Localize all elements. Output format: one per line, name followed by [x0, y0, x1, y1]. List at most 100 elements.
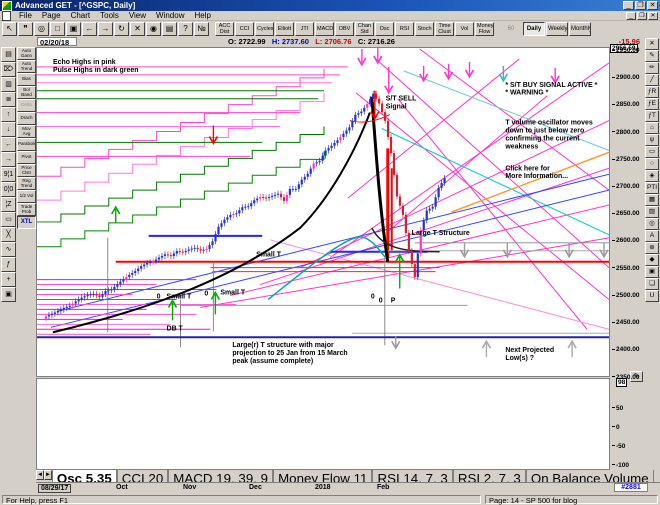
oscillator-chart[interactable] — [37, 379, 609, 469]
help-icon[interactable]: ? — [178, 22, 193, 36]
study-macd-button[interactable]: MACD — [315, 22, 334, 36]
study-acc-dist-button[interactable]: ACC Dist — [215, 22, 234, 36]
prev-chart-icon[interactable]: ← — [82, 22, 97, 36]
study-cycles-button[interactable]: Cycles — [255, 22, 274, 36]
print-icon[interactable]: ▤ — [162, 22, 177, 36]
next-chart-icon[interactable]: → — [98, 22, 113, 36]
tool-trade-prob-button[interactable]: Trade Prob — [17, 203, 36, 216]
tool-pivot-button[interactable]: Pivot — [17, 151, 36, 164]
doc-minimize-button[interactable]: _ — [626, 12, 636, 20]
study-chan-std-button[interactable]: Chan Std — [355, 22, 374, 36]
doc-restore-button[interactable]: ❐ — [637, 12, 647, 20]
copy-icon[interactable]: ❏ — [645, 278, 659, 290]
new-chart-icon[interactable]: ▣ — [1, 287, 16, 302]
ellipse-icon[interactable]: ○ — [645, 158, 659, 170]
tab-scroll-right-icon[interactable]: ► — [44, 470, 52, 480]
tool-1-2-vol-button[interactable]: 1/2 Vol — [17, 190, 36, 203]
eraser-icon[interactable]: ◈ — [645, 170, 659, 182]
study-rsi-button[interactable]: RSI — [395, 22, 414, 36]
text-tool-icon[interactable]: A — [645, 230, 659, 242]
scroll-left-icon[interactable]: ← — [1, 137, 16, 152]
crosshair-icon[interactable]: + — [1, 272, 16, 287]
price-chart[interactable]: Echo Highs in pinkPulse Highs in dark gr… — [37, 48, 609, 376]
oscillator-panel[interactable] — [36, 378, 610, 470]
menu-help[interactable]: Help — [189, 11, 215, 20]
fib-tool-icon[interactable]: ƒ — [1, 257, 16, 272]
select-icon[interactable]: ▣ — [645, 266, 659, 278]
tool-auto-gann-button[interactable]: Auto Gann — [17, 47, 36, 60]
fib-retracement-icon[interactable]: ƒR — [645, 86, 659, 98]
doc-close-button[interactable]: ✕ — [648, 12, 658, 20]
tool-drach-button[interactable]: Drach — [17, 112, 36, 125]
tool-bol-band-button[interactable]: Bol Band — [17, 86, 36, 99]
zoom-icon[interactable]: ◎ — [34, 22, 49, 36]
pti-icon[interactable]: PTI — [645, 182, 659, 194]
chart-settings-icon[interactable]: ▤ — [1, 47, 16, 62]
cursor-date-field[interactable]: 02/20/18 — [37, 37, 77, 46]
price-chart-panel[interactable]: Echo Highs in pinkPulse Highs in dark gr… — [36, 47, 610, 377]
tool-xtl-button[interactable]: XTL — [17, 216, 36, 229]
study-stoch-button[interactable]: Stoch — [415, 22, 434, 36]
context-help-icon[interactable]: № — [194, 22, 209, 36]
refresh-icon[interactable]: ↻ — [114, 22, 129, 36]
fib-time-icon[interactable]: ƒT — [645, 110, 659, 122]
menu-chart[interactable]: Chart — [66, 11, 96, 20]
study-cci-button[interactable]: CCI — [235, 22, 254, 36]
close-chart-icon[interactable]: ✕ — [130, 22, 145, 36]
menu-view[interactable]: View — [124, 11, 151, 20]
rectangle-icon[interactable]: ▭ — [645, 146, 659, 158]
link-icon[interactable]: ◉ — [146, 22, 161, 36]
study-money-flow-button[interactable]: Money Flow — [475, 22, 494, 36]
marker-icon[interactable]: ✏ — [645, 62, 659, 74]
ratio-9-1-icon[interactable]: 9¦1 — [1, 167, 16, 182]
close-button[interactable]: ✕ — [647, 1, 658, 10]
tool-bias-button[interactable]: Bias — [17, 73, 36, 86]
study-osc-button[interactable]: Osc — [375, 22, 394, 36]
pointer-icon[interactable]: ↖ — [2, 22, 17, 36]
minimize-button[interactable]: _ — [623, 1, 634, 10]
ratio-0-0-icon[interactable]: 0¦0 — [1, 182, 16, 197]
scroll-up-icon[interactable]: ↑ — [1, 107, 16, 122]
interval-monthly-button[interactable]: Monthly — [569, 22, 591, 36]
scroll-right-icon[interactable]: → — [1, 152, 16, 167]
tool-parabolic-button[interactable]: Parabolic — [17, 138, 36, 151]
pencil-icon[interactable]: ✎ — [645, 50, 659, 62]
quick-study-icon[interactable]: ▥ — [1, 77, 16, 92]
tool-auto-trend-button[interactable]: Auto Trend — [17, 60, 36, 73]
undo-icon[interactable]: U — [645, 290, 659, 302]
scroll-down-icon[interactable]: ↓ — [1, 122, 16, 137]
menu-page[interactable]: Page — [37, 11, 66, 20]
tool-price-clstr-button[interactable]: Price Clstr — [17, 164, 36, 177]
study-obv-button[interactable]: OBV — [335, 22, 354, 36]
study-vol-button[interactable]: Vol — [455, 22, 474, 36]
page-manager-icon[interactable]: ▣ — [66, 22, 81, 36]
zoom-in-icon[interactable]: ⊕ — [645, 242, 659, 254]
interval-weekly-button[interactable]: Weekly — [546, 22, 568, 36]
paint-icon[interactable]: ◆ — [645, 254, 659, 266]
xtl-lines-icon[interactable]: ╳ — [1, 227, 16, 242]
elliott-waves-icon[interactable]: ∿ — [1, 242, 16, 257]
tool-reg-trend-button[interactable]: Reg Trend — [17, 177, 36, 190]
grid-icon[interactable]: ▦ — [645, 194, 659, 206]
tab-scroll-left-icon[interactable]: ◄ — [36, 470, 44, 480]
menu-window[interactable]: Window — [151, 11, 189, 20]
gann-icon[interactable]: ⌂ — [645, 122, 659, 134]
fib-extension-icon[interactable]: ƒE — [645, 98, 659, 110]
pitchfork-icon[interactable]: ψ — [645, 134, 659, 146]
close-icon[interactable]: ✕ — [645, 38, 659, 50]
tool-mov-avg-button[interactable]: Mov Avg — [17, 125, 36, 138]
study-jti-button[interactable]: JTI — [295, 22, 314, 36]
document-icon[interactable] — [2, 11, 11, 21]
split-scale-icon[interactable]: ¦Z — [1, 197, 16, 212]
trendline-icon[interactable]: ╱ — [645, 74, 659, 86]
eraser-icon[interactable]: ⌦ — [1, 62, 16, 77]
box-tool-icon[interactable]: ▭ — [1, 212, 16, 227]
study-icon[interactable]: ≣ — [1, 92, 16, 107]
restore-button[interactable]: ❐ — [635, 1, 646, 10]
menu-file[interactable]: File — [14, 11, 37, 20]
search-icon[interactable]: ◎ — [645, 218, 659, 230]
study-elliott-button[interactable]: Elliott — [275, 22, 294, 36]
new-page-icon[interactable]: □ — [50, 22, 65, 36]
menu-tools[interactable]: Tools — [95, 11, 124, 20]
study-time-clust-button[interactable]: Time Clust — [435, 22, 454, 36]
